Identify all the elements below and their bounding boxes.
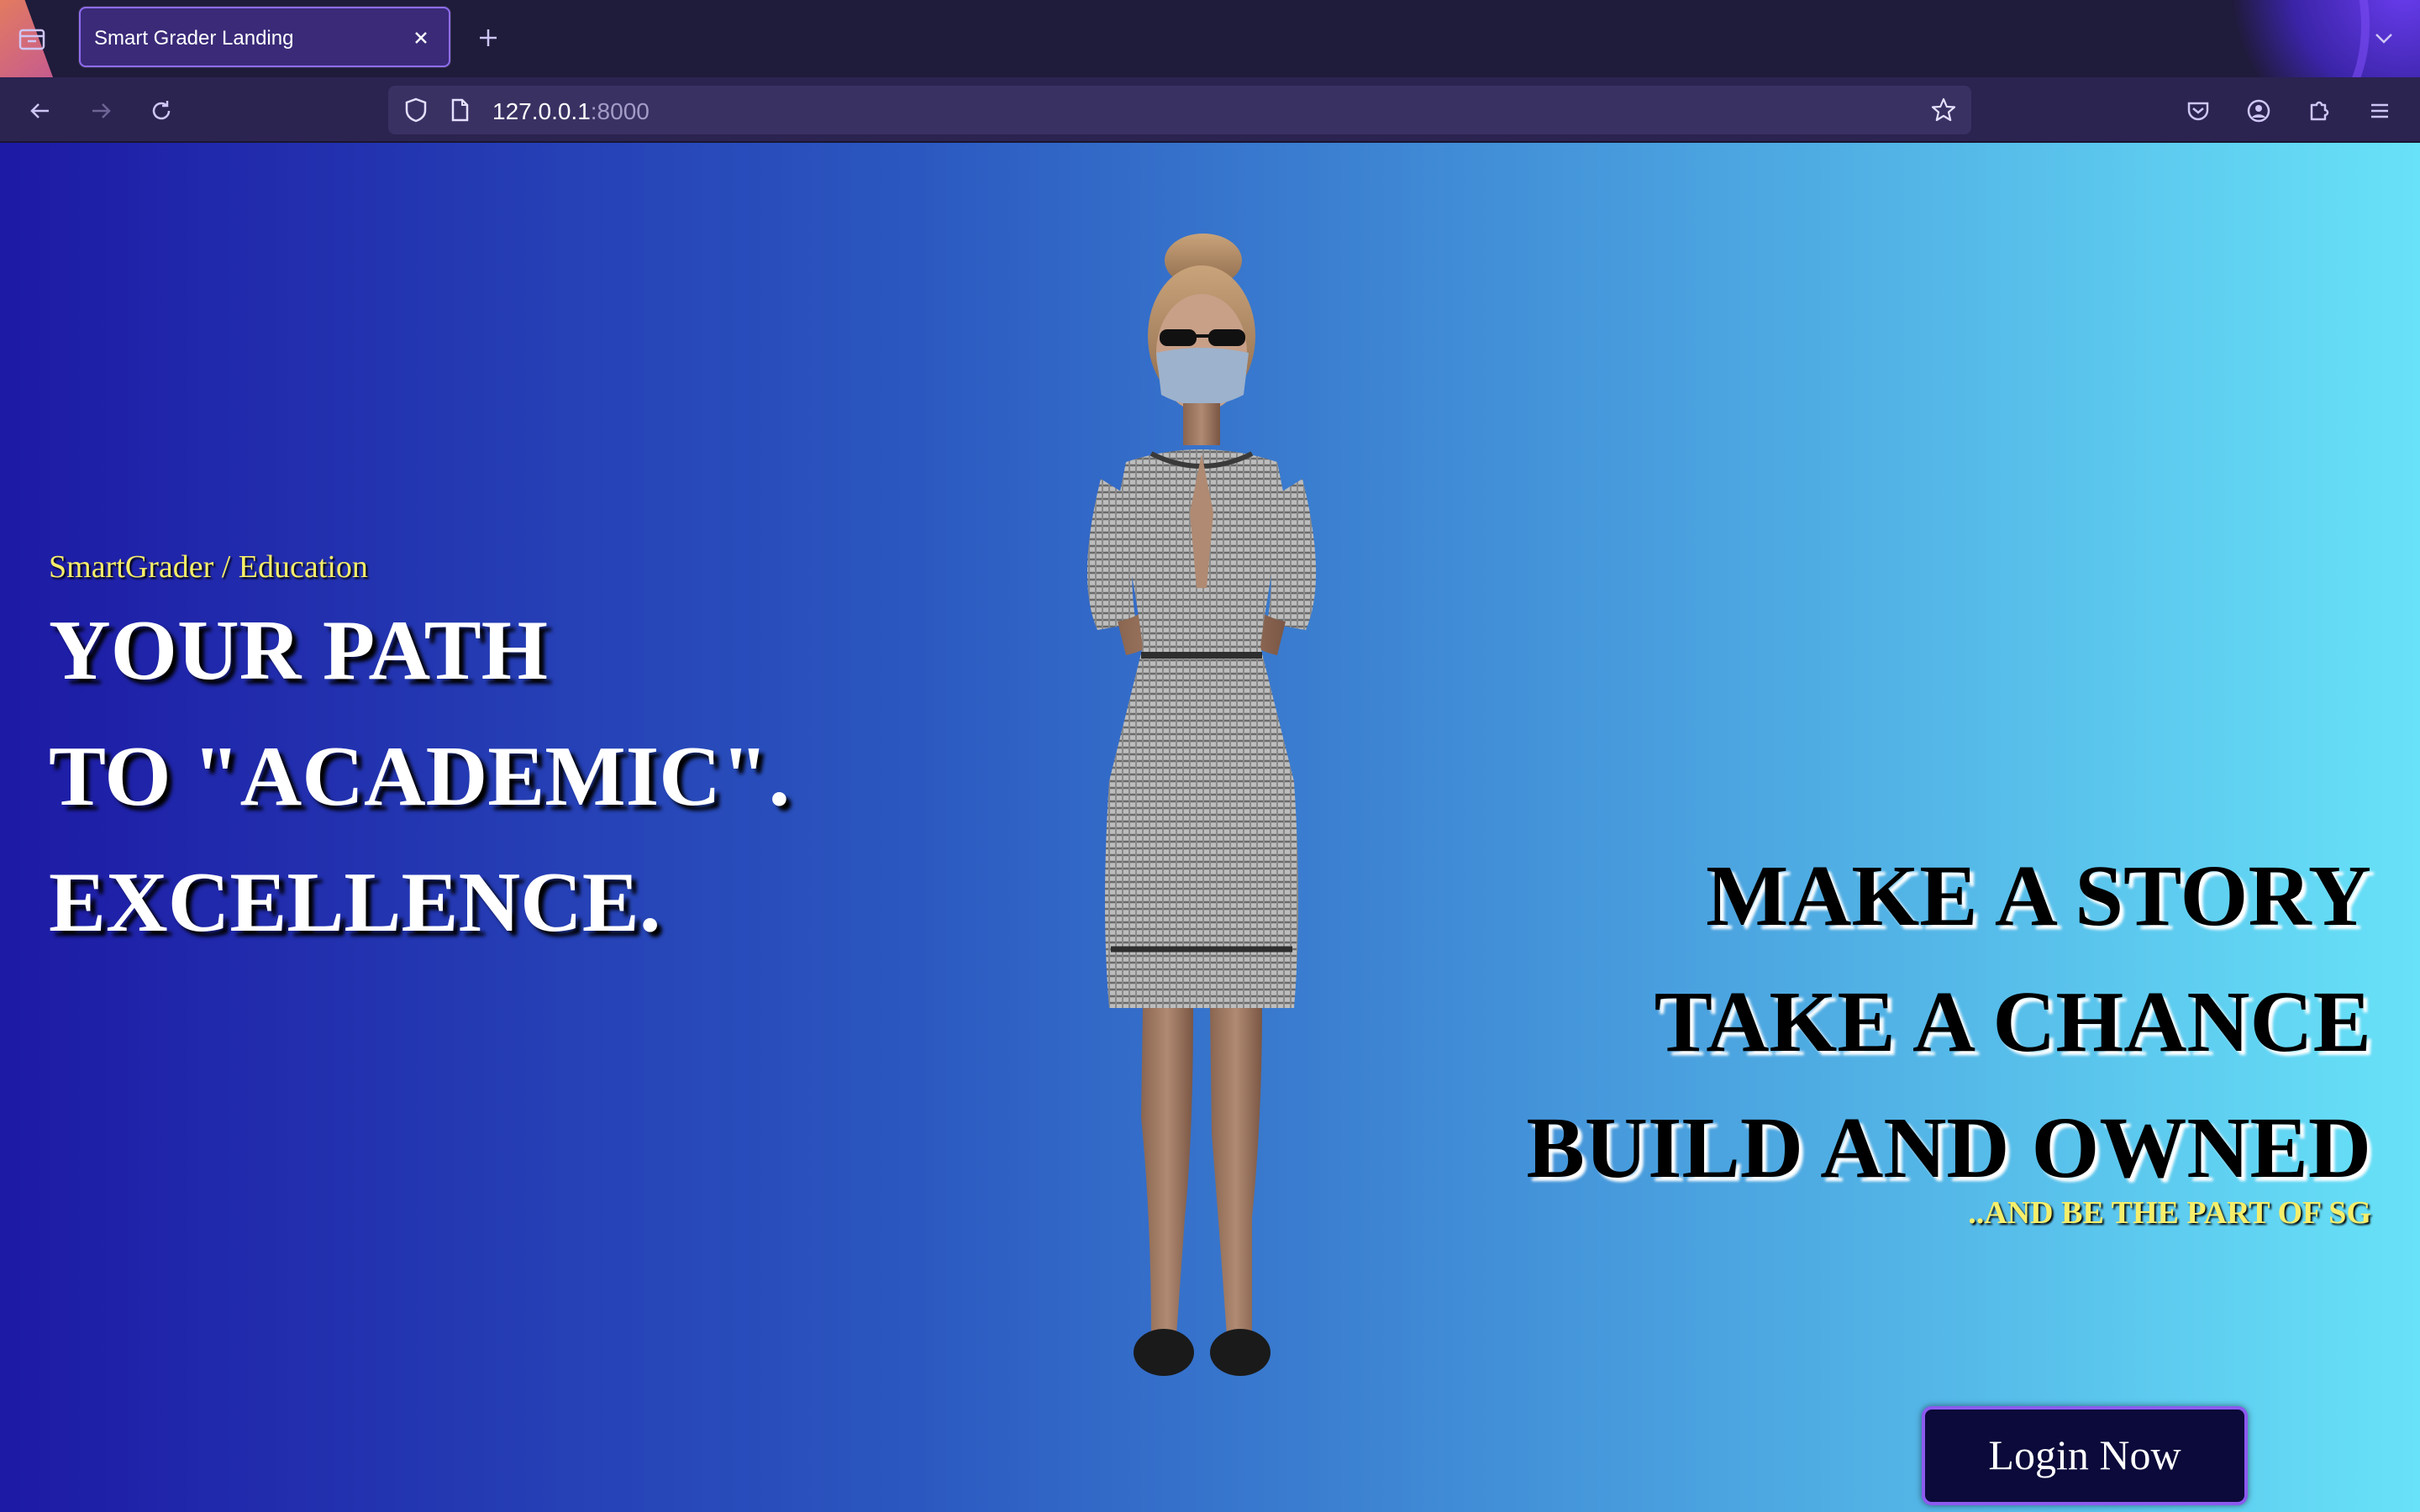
brand-eyebrow: SmartGrader / Education <box>49 549 368 585</box>
headline-line: TAKE A CHANCE <box>1654 974 2371 1070</box>
arrow-left-icon[interactable] <box>20 91 60 131</box>
theme-decoration <box>2269 0 2370 77</box>
browser-toolbar: 127.0.0.1:8000 <box>0 77 2420 143</box>
chevron-down-icon[interactable] <box>2366 20 2402 55</box>
reload-icon[interactable] <box>141 91 182 131</box>
hamburger-menu-icon[interactable] <box>2360 91 2400 131</box>
url-port: :8000 <box>590 98 650 124</box>
headline-line: MAKE A STORY <box>1706 848 2371 944</box>
arrow-right-icon[interactable] <box>81 91 121 131</box>
hero-headline-right: MAKE A STORY TAKE A CHANCE BUILD AND OWN… <box>1527 833 2371 1211</box>
browser-tab-bar: Smart Grader Landing <box>0 0 2420 77</box>
plus-icon[interactable] <box>471 20 506 55</box>
url-host: 127.0.0.1 <box>492 98 591 124</box>
puzzle-icon[interactable] <box>2299 91 2339 131</box>
account-icon[interactable] <box>2238 91 2279 131</box>
pocket-icon[interactable] <box>2178 91 2218 131</box>
teacher-avatar-illustration <box>992 227 1395 1386</box>
hero-headline-left: YOUR PATH TO "ACADEMIC". EXCELLENCE. <box>49 588 790 966</box>
tab-title: Smart Grader Landing <box>94 27 294 50</box>
tab-list-icon[interactable] <box>15 22 49 55</box>
headline-line: EXCELLENCE. <box>49 855 661 950</box>
url-text[interactable]: 127.0.0.1:8000 <box>492 98 650 125</box>
page-icon[interactable] <box>444 94 476 126</box>
close-icon[interactable] <box>407 24 435 52</box>
headline-line: YOUR PATH <box>49 603 549 698</box>
shield-icon[interactable] <box>400 94 432 126</box>
address-bar[interactable]: 127.0.0.1:8000 <box>388 86 1971 134</box>
login-button[interactable]: Login Now <box>1922 1406 2248 1505</box>
tagline: ..AND BE THE PART OF SG <box>1968 1195 2371 1231</box>
star-icon[interactable] <box>1928 94 1960 126</box>
headline-line: TO "ACADEMIC". <box>49 729 791 824</box>
headline-line: BUILD AND OWNED <box>1526 1100 2371 1196</box>
landing-page: SmartGrader / Education YOUR PATH TO "AC… <box>0 143 2420 1512</box>
browser-tab-active[interactable]: Smart Grader Landing <box>79 7 450 67</box>
